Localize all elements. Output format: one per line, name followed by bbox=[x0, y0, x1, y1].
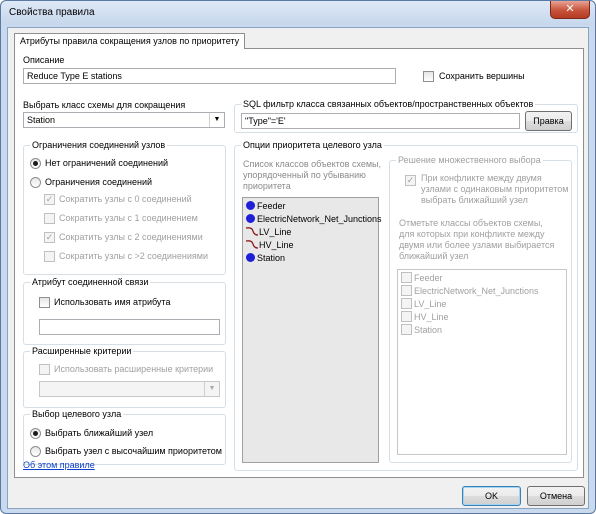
use-extended-label: Использовать расширенные критерии bbox=[54, 364, 214, 374]
list-item[interactable]: ElectricNetwork_Net_Junctions bbox=[401, 285, 539, 298]
window-title: Свойства правила bbox=[9, 7, 95, 18]
limit-2-checkbox[interactable]: ✓ bbox=[44, 232, 55, 243]
target-node-title: Выбор целевого узла bbox=[30, 408, 124, 420]
use-extended-checkbox[interactable] bbox=[39, 364, 50, 375]
schema-class-label: Выбрать класс схемы для сокращения bbox=[23, 100, 186, 110]
list-item-checkbox[interactable] bbox=[401, 298, 412, 309]
prefer-nearest-checkbox[interactable]: ✓ bbox=[405, 175, 416, 186]
nearest-class-list[interactable]: Feeder ElectricNetwork_Net_Junctions LV_… bbox=[397, 269, 567, 455]
highest-priority-radio[interactable] bbox=[30, 446, 41, 457]
list-item-checkbox[interactable] bbox=[401, 324, 412, 335]
limit-2-label: Сократить узлы с 2 соединениями bbox=[59, 232, 203, 242]
use-attr-name-checkbox[interactable] bbox=[39, 297, 50, 308]
list-item-checkbox[interactable] bbox=[401, 285, 412, 296]
multi-choice-title: Решение множественного выбора bbox=[396, 154, 543, 166]
close-button[interactable]: ✕ bbox=[550, 1, 590, 19]
sql-filter-input[interactable]: "Type"='E' bbox=[241, 113, 520, 129]
list-item[interactable]: Feeder bbox=[401, 272, 443, 285]
cancel-button[interactable]: Отмена bbox=[527, 486, 585, 506]
connection-limits-group: Ограничения соединений узлов Нет огранич… bbox=[23, 139, 226, 275]
tab-panel: Описание Reduce Type E stations Сохранит… bbox=[14, 48, 584, 478]
nearest-node-label: Выбрать ближайший узел bbox=[45, 428, 154, 438]
description-input[interactable]: Reduce Type E stations bbox=[23, 68, 396, 84]
list-item[interactable]: Station bbox=[401, 324, 442, 337]
list-item-checkbox[interactable] bbox=[401, 311, 412, 322]
limits-radio[interactable] bbox=[30, 177, 41, 188]
chevron-down-icon: ▼ bbox=[204, 382, 219, 396]
extended-criteria-group: Расширенные критерии Использовать расшир… bbox=[23, 345, 226, 408]
list-item-checkbox[interactable] bbox=[401, 272, 412, 283]
ok-button[interactable]: OK bbox=[462, 486, 521, 506]
multi-choice-group: Решение множественного выбора ✓ При конф… bbox=[389, 154, 572, 463]
list-item[interactable]: LV_Line bbox=[246, 226, 291, 239]
limit-3-checkbox[interactable] bbox=[44, 251, 55, 262]
priority-options-title: Опции приоритета целевого узла bbox=[241, 139, 384, 151]
list-item[interactable]: LV_Line bbox=[401, 298, 446, 311]
save-vertices-checkbox[interactable] bbox=[423, 71, 434, 82]
schema-class-value: Station bbox=[27, 115, 56, 125]
highest-priority-label: Выбрать узел с высочайшим приоритетом bbox=[45, 446, 222, 456]
point-icon bbox=[246, 201, 255, 210]
about-rule-link[interactable]: Об этом правиле bbox=[23, 460, 95, 470]
limit-1-checkbox[interactable] bbox=[44, 213, 55, 224]
save-vertices-label: Сохранить вершины bbox=[439, 71, 525, 81]
list-item[interactable]: HV_Line bbox=[246, 239, 294, 252]
use-attr-name-label: Использовать имя атрибута bbox=[54, 297, 171, 307]
connection-limits-title: Ограничения соединений узлов bbox=[30, 139, 168, 151]
limit-3-label: Сократить узлы с >2 соединениями bbox=[59, 251, 208, 261]
line-icon bbox=[246, 227, 258, 236]
list-item[interactable]: HV_Line bbox=[401, 311, 449, 324]
schema-class-select[interactable]: Station ▼ bbox=[23, 112, 225, 128]
dialog-window: Свойства правила ✕ Атрибуты правила сокр… bbox=[0, 0, 596, 514]
connected-attr-title: Атрибут соединенной связи bbox=[30, 276, 151, 288]
edit-button[interactable]: Правка bbox=[525, 111, 572, 131]
dialog-client: Атрибуты правила сокращения узлов по при… bbox=[7, 27, 589, 509]
limit-1-label: Сократить узлы с 1 соединением bbox=[59, 213, 198, 223]
sql-filter-group: SQL фильтр класса связанных объектов/про… bbox=[234, 98, 578, 133]
point-icon bbox=[246, 253, 255, 262]
line-icon bbox=[246, 240, 258, 249]
point-icon bbox=[246, 214, 255, 223]
list-item[interactable]: Feeder bbox=[246, 200, 286, 213]
extended-criteria-title: Расширенные критерии bbox=[30, 345, 134, 357]
sql-filter-title: SQL фильтр класса связанных объектов/про… bbox=[241, 98, 536, 110]
target-node-group: Выбор целевого узла Выбрать ближайший уз… bbox=[23, 408, 226, 465]
tab-rule-attributes[interactable]: Атрибуты правила сокращения узлов по при… bbox=[14, 33, 246, 49]
priority-options-group: Опции приоритета целевого узла Список кл… bbox=[234, 139, 578, 471]
extended-criteria-select[interactable]: ▼ bbox=[39, 381, 220, 397]
limit-0-checkbox[interactable]: ✓ bbox=[44, 194, 55, 205]
list-item[interactable]: ElectricNetwork_Net_Junctions bbox=[246, 213, 382, 226]
limit-0-label: Сократить узлы с 0 соединений bbox=[59, 194, 192, 204]
limits-label: Ограничения соединений bbox=[45, 177, 153, 187]
chevron-down-icon: ▼ bbox=[209, 113, 224, 127]
prefer-nearest-label-3: выбрать ближайший узел bbox=[421, 195, 528, 205]
description-label: Описание bbox=[23, 55, 65, 65]
nearest-node-radio[interactable] bbox=[30, 428, 41, 439]
priority-class-list[interactable]: Feeder ElectricNetwork_Net_Junctions LV_… bbox=[242, 197, 382, 463]
no-limits-radio[interactable] bbox=[30, 158, 41, 169]
connected-attr-group: Атрибут соединенной связи Использовать и… bbox=[23, 276, 226, 345]
no-limits-label: Нет ограничений соединений bbox=[45, 158, 169, 168]
priority-desc-3: приоритета bbox=[243, 181, 291, 191]
attr-name-input[interactable] bbox=[39, 319, 220, 335]
list-item[interactable]: Station bbox=[246, 252, 285, 265]
multi-choice-hint-4: ближайший узел bbox=[399, 251, 469, 261]
title-bar[interactable]: Свойства правила bbox=[1, 1, 595, 25]
